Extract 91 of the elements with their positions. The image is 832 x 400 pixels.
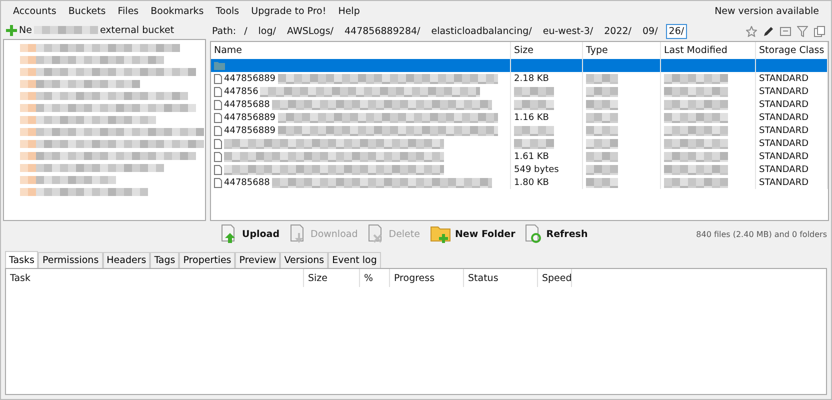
panel-icon[interactable]: [780, 26, 791, 36]
column-header[interactable]: Progress: [390, 269, 464, 287]
toolbar-button[interactable]: New Folder: [430, 224, 516, 244]
file-size: 1.80 KB: [514, 178, 549, 188]
path-segment[interactable]: eu-west-3/: [540, 24, 596, 38]
redaction-drawing: [586, 164, 618, 174]
redaction-drawing: [664, 152, 728, 162]
path-label: Path:: [212, 26, 236, 36]
redaction-drawing: [514, 138, 554, 148]
redaction-drawing: [664, 126, 728, 136]
redaction-drawing: [586, 152, 618, 162]
column-header[interactable]: Size: [304, 269, 360, 287]
file-row[interactable]: 44785688 1.80 KB STANDARD: [211, 176, 828, 189]
storage-class: STANDARD: [759, 86, 809, 96]
toolbar-button[interactable]: Refresh: [525, 224, 588, 244]
tab[interactable]: Permissions: [38, 252, 103, 268]
redaction-drawing: [586, 138, 618, 148]
redaction-drawing: [586, 74, 618, 84]
tab[interactable]: Preview: [235, 252, 280, 268]
file-size: 1.16 KB: [514, 112, 549, 122]
column-header[interactable]: Status: [464, 269, 538, 287]
menu-item[interactable]: Tools: [210, 6, 246, 16]
redaction-drawing: [664, 86, 728, 96]
redaction-drawing: [664, 138, 728, 148]
update-notice: New version available: [714, 6, 820, 16]
menu-item[interactable]: Bookmarks: [144, 6, 210, 16]
toolbar-button[interactable]: Upload: [221, 224, 280, 244]
path-segment[interactable]: 26/: [666, 24, 688, 38]
path-segment[interactable]: elasticloadbalancing/: [428, 24, 535, 38]
redaction-drawing: [514, 86, 554, 96]
menu-item[interactable]: Help: [332, 6, 366, 16]
add-bucket-label[interactable]: Ne: [19, 24, 32, 36]
storage-class: STANDARD: [759, 152, 809, 162]
tab[interactable]: Versions: [280, 252, 328, 268]
tab[interactable]: Tasks: [5, 251, 38, 268]
redaction-drawing: [514, 100, 554, 110]
path-segment[interactable]: 09/: [640, 24, 661, 38]
storage-class: STANDARD: [759, 178, 809, 188]
new-folder-icon: [430, 224, 452, 244]
column-header[interactable]: Speed: [538, 269, 572, 287]
star-icon[interactable]: [746, 26, 757, 36]
file-name: 447856: [224, 86, 258, 96]
storage-class: STANDARD: [759, 112, 809, 122]
storage-class: STANDARD: [759, 164, 809, 174]
file-size: 1.61 KB: [514, 152, 549, 162]
redaction-drawing: [586, 86, 618, 96]
file-name: 447856889: [224, 74, 276, 84]
folder-icon: [214, 61, 225, 70]
refresh-icon: [525, 224, 544, 244]
add-bucket-label[interactable]: external bucket: [100, 24, 174, 36]
redaction-drawing: [664, 112, 728, 122]
path-segment[interactable]: AWSLogs/: [284, 24, 336, 38]
tab[interactable]: Tags: [150, 252, 180, 268]
file-size: 2.18 KB: [514, 74, 549, 84]
path-segment[interactable]: /: [241, 24, 250, 38]
path-segment[interactable]: 447856889284/: [342, 24, 424, 38]
menu-item[interactable]: Accounts: [7, 6, 62, 16]
column-header[interactable]: Task: [6, 269, 304, 287]
redaction-drawing: [664, 74, 728, 84]
file-name: 447856889: [224, 112, 276, 122]
tab[interactable]: Properties: [179, 252, 236, 268]
storage-class: STANDARD: [759, 138, 809, 148]
path-segment[interactable]: log/: [255, 24, 279, 38]
path-segment[interactable]: 2022/: [601, 24, 634, 38]
column-header[interactable]: %: [360, 269, 390, 287]
redaction-drawing: [664, 164, 728, 174]
storage-class: STANDARD: [759, 126, 809, 136]
redaction-drawing: [586, 100, 618, 110]
tab[interactable]: Headers: [102, 252, 150, 268]
redaction-drawing: [514, 126, 554, 136]
file-summary: 840 files (2.40 MB) and 0 folders: [696, 230, 828, 238]
redaction-drawing: [664, 100, 728, 110]
menu-item[interactable]: Files: [112, 6, 145, 16]
tab[interactable]: Event log: [328, 252, 381, 268]
copy-icon[interactable]: [814, 26, 825, 36]
redaction-drawing: [586, 126, 618, 136]
file-name: 44785688: [224, 178, 270, 188]
pencil-icon[interactable]: [763, 26, 774, 36]
add-icon: [6, 24, 17, 36]
storage-class: STANDARD: [759, 100, 809, 110]
file-name: 447856889: [224, 126, 276, 136]
menu-item[interactable]: Upgrade to Pro!: [245, 6, 332, 16]
menu-item[interactable]: Buckets: [62, 6, 112, 16]
storage-class: STANDARD: [759, 74, 809, 84]
redaction-drawing: [586, 178, 618, 188]
file-name: 44785688: [224, 100, 270, 110]
redaction-drawing: [586, 112, 618, 122]
file-size: 549 bytes: [514, 164, 559, 174]
filter-icon[interactable]: [797, 26, 808, 36]
redaction-drawing: [34, 26, 98, 34]
redaction-drawing: [664, 178, 728, 188]
